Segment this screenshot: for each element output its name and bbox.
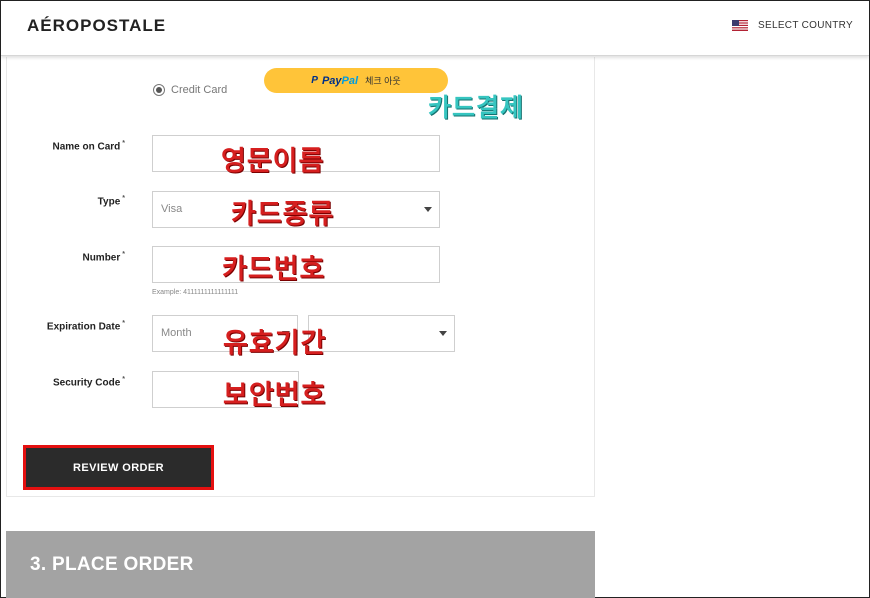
expiration-month-value: Month <box>161 327 192 339</box>
paypal-checkout-label: 체크 아웃 <box>365 76 401 86</box>
paypal-brand-part1: Pay <box>321 74 342 87</box>
annotation-card-type: 카드종류 <box>231 199 335 230</box>
annotation-english-name: 영문이름 <box>221 146 325 177</box>
card-type-label: Type * <box>1 195 125 207</box>
required-mark: * <box>122 251 125 258</box>
card-number-text: Number <box>82 252 121 264</box>
credit-card-label: Credit Card <box>171 84 228 96</box>
annotation-card-number: 카드번호 <box>222 254 326 285</box>
annotation-card-payment: 카드결제 <box>428 93 525 122</box>
security-code-text: Security Code <box>53 377 121 389</box>
credit-card-option[interactable]: Credit Card <box>153 84 227 96</box>
security-code-label: Security Code * <box>1 376 125 388</box>
expiration-year-select[interactable] <box>308 315 455 352</box>
required-mark: * <box>122 320 125 327</box>
annotation-expiry: 유효기간 <box>223 328 327 359</box>
expiration-date-label: Expiration Date * <box>1 320 125 332</box>
paypal-checkout-button[interactable]: P Pay Pal 체크 아웃 <box>264 68 448 93</box>
required-mark: * <box>122 376 125 383</box>
review-order-highlight: REVIEW ORDER <box>23 445 214 490</box>
required-mark: * <box>122 140 125 147</box>
name-on-card-label: Name on Card * <box>1 140 125 152</box>
review-order-button[interactable]: REVIEW ORDER <box>26 448 211 487</box>
chevron-down-icon <box>424 207 432 212</box>
name-on-card-text: Name on Card <box>52 141 121 153</box>
expiration-date-text: Expiration Date <box>46 321 121 333</box>
site-header: AÉROPOSTALE SELECT COUNTRY <box>1 1 869 56</box>
card-type-text: Type <box>97 196 121 208</box>
annotation-security-code: 보안번호 <box>223 380 327 411</box>
country-selector[interactable]: SELECT COUNTRY <box>732 20 853 31</box>
chevron-down-icon <box>439 331 447 336</box>
credit-card-radio[interactable] <box>153 84 165 96</box>
card-number-label: Number * <box>1 251 125 263</box>
required-mark: * <box>122 195 125 202</box>
card-type-value: Visa <box>161 203 183 215</box>
place-order-section-header[interactable]: 3. PLACE ORDER <box>6 531 595 598</box>
country-label: SELECT COUNTRY <box>758 20 853 31</box>
paypal-icon: P <box>311 75 318 86</box>
brand-logo[interactable]: AÉROPOSTALE <box>27 16 166 36</box>
card-number-hint: Example: 4111111111111111 <box>152 289 239 296</box>
us-flag-icon <box>732 20 749 31</box>
paypal-brand-part2: Pal <box>341 74 359 87</box>
